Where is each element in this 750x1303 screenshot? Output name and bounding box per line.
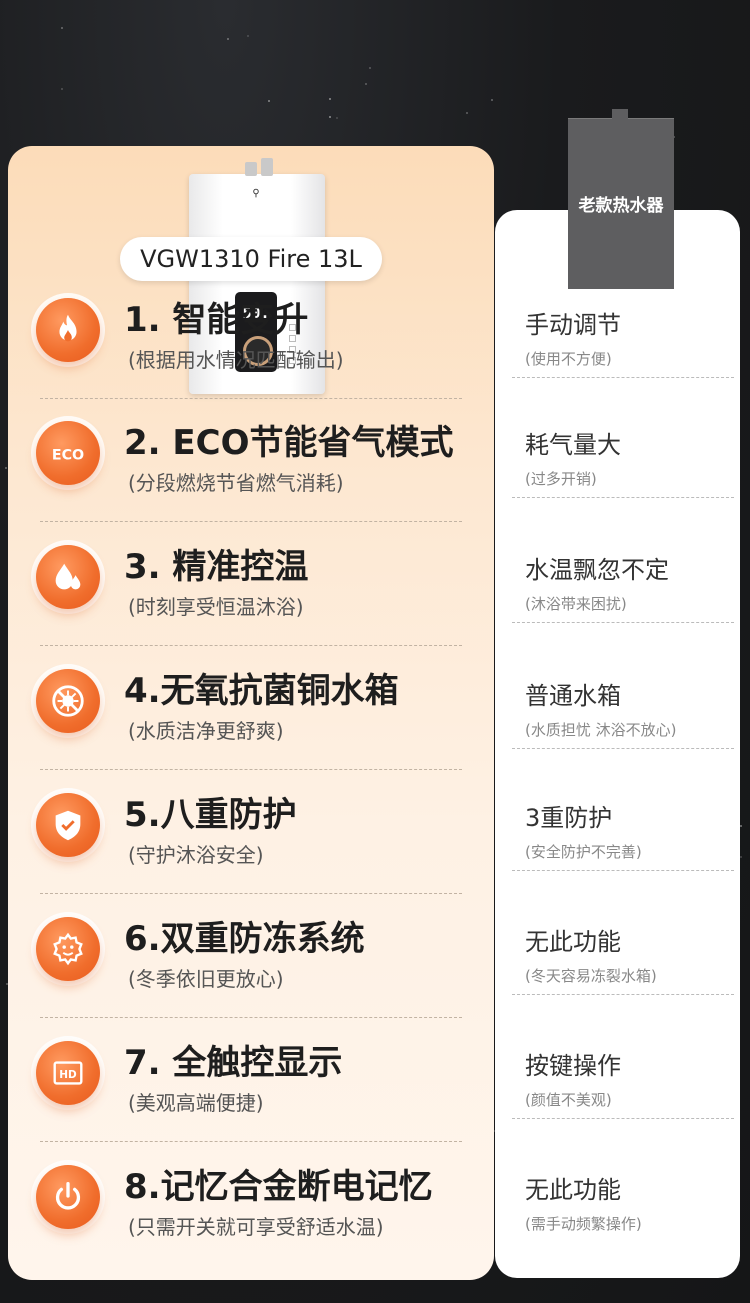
star-dot	[227, 38, 229, 40]
old-feature-divider	[512, 377, 734, 378]
old-feature-title: 普通水箱	[525, 682, 621, 710]
old-feature-title: 耗气量大	[525, 431, 621, 459]
feature-divider	[40, 893, 462, 894]
feature-subtitle: (只需开关就可享受舒适水温)	[128, 1215, 384, 1239]
feature-title: 7. 全触控显示	[124, 1043, 343, 1083]
feature-item: ECO 2. ECO节能省气模式 (分段燃烧节省燃气消耗)	[30, 413, 490, 523]
old-feature-subtitle: (冬天容易冻裂水箱)	[525, 967, 657, 985]
old-feature-subtitle: (沐浴带来困扰)	[525, 595, 627, 613]
old-feature-item: 手动调节 (使用不方便)	[525, 305, 735, 369]
feature-item: 4.无氧抗菌铜水箱 (水质洁净更舒爽)	[30, 661, 490, 771]
feature-subtitle: (冬季依旧更放心)	[128, 967, 284, 991]
old-feature-item: 按键操作 (颜值不美观)	[525, 1046, 735, 1110]
star-dot	[365, 83, 367, 85]
star-dot	[5, 467, 7, 469]
power-icon	[36, 1165, 100, 1229]
star-dot	[466, 112, 468, 114]
feature-divider	[40, 521, 462, 522]
star-dot	[61, 88, 63, 90]
feature-item: 5.八重防护 (守护沐浴安全)	[30, 785, 490, 895]
old-feature-subtitle: (需手动频繁操作)	[525, 1215, 642, 1233]
feature-divider	[40, 769, 462, 770]
old-heater-label: 老款热水器	[578, 196, 664, 216]
feature-divider	[40, 645, 462, 646]
feature-item: 3. 精准控温 (时刻享受恒温沐浴)	[30, 537, 490, 647]
old-feature-item: 水温飘忽不定 (沐浴带来困扰)	[525, 550, 735, 614]
old-feature-subtitle: (过多开销)	[525, 470, 597, 488]
feature-item: 8.记忆合金断电记忆 (只需开关就可享受舒适水温)	[30, 1157, 490, 1267]
svg-text:HD: HD	[59, 1069, 77, 1081]
feature-divider	[40, 1017, 462, 1018]
old-feature-subtitle: (颜值不美观)	[525, 1091, 612, 1109]
eco-icon: ECO	[36, 421, 100, 485]
old-feature-subtitle: (安全防护不完善)	[525, 843, 642, 861]
water-drop-icon	[36, 545, 100, 609]
old-feature-title: 水温飘忽不定	[525, 556, 669, 584]
old-feature-item: 普通水箱 (水质担忧 沐浴不放心)	[525, 676, 735, 740]
star-dot	[268, 100, 270, 102]
feature-title: 3. 精准控温	[124, 547, 309, 587]
old-feature-divider	[512, 994, 734, 995]
old-feature-subtitle: (水质担忧 沐浴不放心)	[525, 721, 677, 739]
feature-divider	[40, 1141, 462, 1142]
flame-icon	[36, 298, 100, 362]
old-feature-divider	[512, 870, 734, 871]
hd-display-icon: HD	[36, 1041, 100, 1105]
shield-check-icon	[36, 793, 100, 857]
old-feature-title: 3重防护	[525, 804, 613, 832]
star-dot	[369, 67, 371, 69]
feature-title: 2. ECO节能省气模式	[124, 423, 454, 463]
old-feature-title: 手动调节	[525, 311, 621, 339]
antifreeze-gear-icon	[36, 917, 100, 981]
feature-item: 1. 智能变升 (根据用水情况匹配输出)	[30, 290, 490, 400]
feature-title: 4.无氧抗菌铜水箱	[124, 671, 399, 711]
feature-subtitle: (守护沐浴安全)	[128, 843, 264, 867]
old-heater-image: 老款热水器	[568, 109, 674, 289]
feature-item: 6.双重防冻系统 (冬季依旧更放心)	[30, 909, 490, 1019]
old-feature-divider	[512, 1118, 734, 1119]
star-dot	[61, 27, 63, 29]
feature-subtitle: (时刻享受恒温沐浴)	[128, 595, 304, 619]
feature-subtitle: (分段燃烧节省燃气消耗)	[128, 471, 344, 495]
old-feature-title: 无此功能	[525, 1176, 621, 1204]
old-feature-item: 耗气量大 (过多开销)	[525, 425, 735, 489]
old-feature-divider	[512, 748, 734, 749]
feature-subtitle: (美观高端便捷)	[128, 1091, 264, 1115]
feature-title: 8.记忆合金断电记忆	[124, 1167, 433, 1207]
feature-title: 5.八重防护	[124, 795, 297, 835]
old-feature-divider	[512, 497, 734, 498]
feature-title: 6.双重防冻系统	[124, 919, 365, 959]
old-feature-title: 无此功能	[525, 928, 621, 956]
star-dot	[740, 856, 742, 858]
old-feature-divider	[512, 622, 734, 623]
star-dot	[329, 116, 331, 118]
model-name-badge: VGW1310 Fire 13L	[120, 237, 382, 281]
old-feature-item: 无此功能 (冬天容易冻裂水箱)	[525, 922, 735, 986]
old-feature-item: 无此功能 (需手动频繁操作)	[525, 1170, 735, 1234]
star-dot	[491, 99, 493, 101]
no-bacteria-icon	[36, 669, 100, 733]
brand-logo-icon: ⚲	[252, 188, 260, 199]
star-dot	[329, 98, 331, 100]
star-dot	[336, 117, 338, 119]
svg-text:ECO: ECO	[52, 448, 84, 464]
feature-title: 1. 智能变升	[124, 300, 309, 340]
star-dot	[247, 35, 249, 37]
feature-subtitle: (根据用水情况匹配输出)	[128, 348, 344, 372]
feature-subtitle: (水质洁净更舒爽)	[128, 719, 284, 743]
star-dot	[740, 825, 742, 827]
feature-divider	[40, 398, 462, 399]
old-feature-title: 按键操作	[525, 1052, 621, 1080]
old-feature-subtitle: (使用不方便)	[525, 350, 612, 368]
old-feature-item: 3重防护 (安全防护不完善)	[525, 798, 735, 862]
feature-item: HD 7. 全触控显示 (美观高端便捷)	[30, 1033, 490, 1143]
